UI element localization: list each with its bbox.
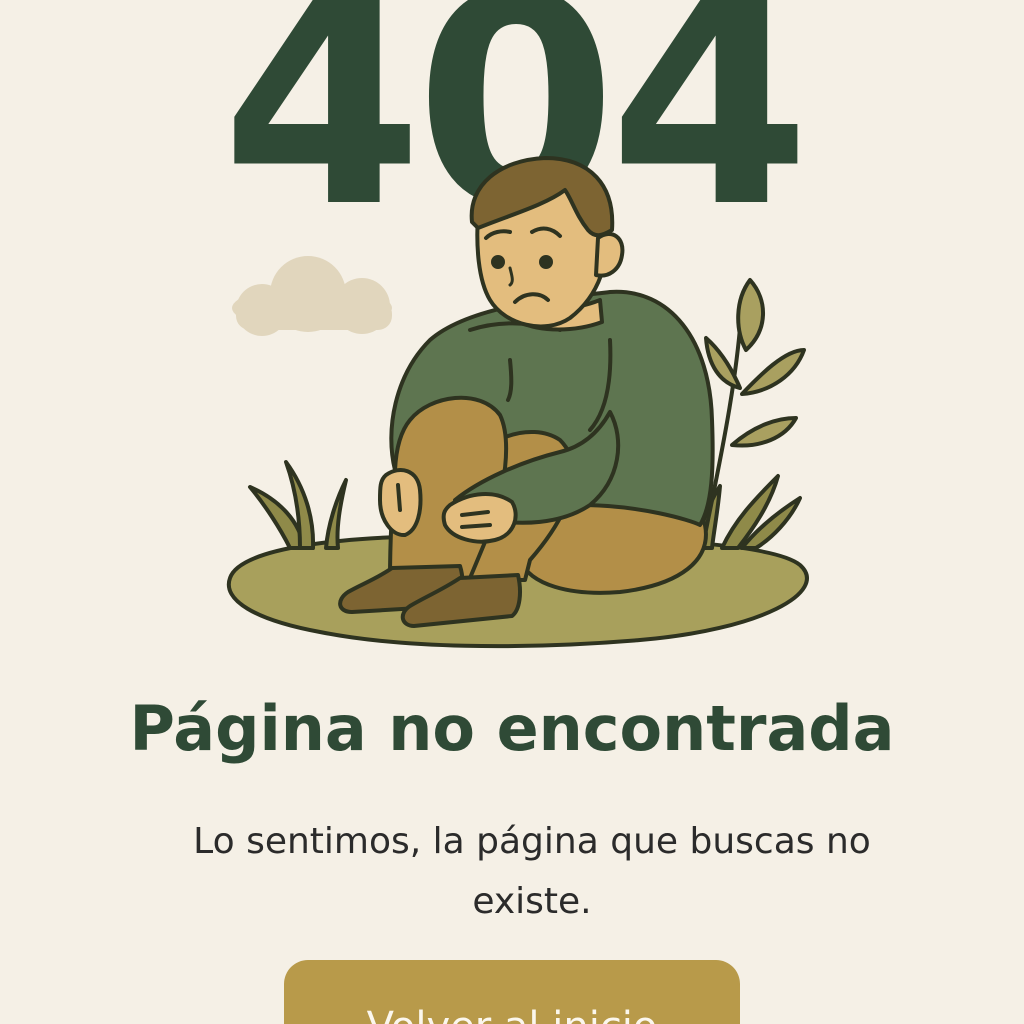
not-found-page: 404 Página no encontrada Lo sentimos, la…	[0, 0, 1024, 1024]
page-title: Página no encontrada	[129, 692, 895, 765]
sad-person-sitting-icon	[338, 156, 715, 628]
error-message: Lo sentimos, la página que buscas no exi…	[193, 821, 871, 922]
back-home-button[interactable]: Volver al inicio	[284, 960, 740, 1024]
sad-person-illustration	[226, 156, 809, 649]
cloud-icon	[232, 256, 392, 336]
grass-icon	[248, 460, 348, 550]
